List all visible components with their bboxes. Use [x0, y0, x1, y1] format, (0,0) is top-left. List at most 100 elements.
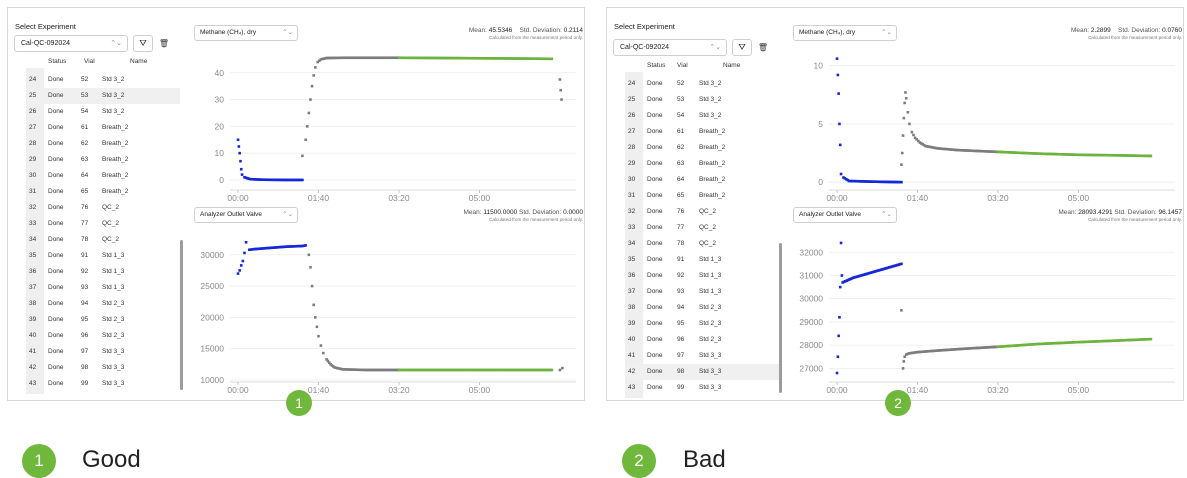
data-point: [244, 240, 248, 244]
table-row[interactable]: 25 Done 53 Std 3_2: [625, 92, 779, 108]
table-row[interactable]: 30 Done 64 Breath_2: [625, 172, 779, 188]
y-tick-label: 29000: [799, 317, 823, 327]
table-row[interactable]: 33 Done 77 QC_2: [26, 216, 180, 232]
filter-button[interactable]: ⛛: [133, 35, 153, 52]
row-vial: 92: [81, 268, 89, 275]
col-vial[interactable]: Vial: [677, 62, 688, 69]
y-tick-label: 20: [215, 121, 225, 131]
table-row[interactable]: 32 Done 76 QC_2: [26, 200, 180, 216]
chart2-select[interactable]: Analyzer Outlet Valve ⌃⌄: [793, 207, 897, 223]
table-row[interactable]: 35 Done 91 Std 1_3: [625, 252, 779, 268]
row-vial: 77: [677, 224, 685, 231]
chart1-select[interactable]: Methane (CH₄), dry ⌃⌄: [194, 25, 298, 41]
table-row[interactable]: 34 Done 78 QC_2: [625, 236, 779, 252]
table-row[interactable]: 41 Done 97 Std 3_3: [26, 344, 180, 360]
row-status: Done: [48, 188, 64, 195]
col-status[interactable]: Status: [48, 58, 66, 65]
table-row[interactable]: 38 Done 94 Std 2_3: [625, 300, 779, 316]
row-vial: 65: [677, 192, 685, 199]
trash-button[interactable]: 🗑: [756, 39, 770, 56]
sd-label: Std. Deviation:: [1118, 27, 1161, 34]
data-point: [912, 133, 915, 137]
data-point: [241, 259, 245, 263]
table-row[interactable]: 42 Done 98 Std 3_3: [26, 360, 180, 376]
row-number: 29: [628, 160, 636, 167]
chart2-select[interactable]: Analyzer Outlet Valve ⌃⌄: [194, 207, 298, 223]
table-scrollbar[interactable]: [779, 243, 782, 393]
table-row[interactable]: 37 Done 93 Std 1_3: [26, 280, 180, 296]
table-row[interactable]: 27 Done 61 Breath_2: [26, 120, 180, 136]
table-row[interactable]: 31 Done 65 Breath_2: [26, 184, 180, 200]
table-row[interactable]: 26 Done 54 Std 3_2: [625, 108, 779, 124]
table-row[interactable]: 42 Done 98 Std 3_3: [625, 364, 779, 380]
table-row[interactable]: 37 Done 93 Std 1_3: [625, 284, 779, 300]
sd-value: 0.0760: [1162, 27, 1182, 34]
row-vial: 64: [677, 176, 685, 183]
row-name: Std 1_3: [699, 272, 722, 279]
table-row[interactable]: 43 Done 99 Std 3_3: [26, 376, 180, 392]
table-row[interactable]: 36 Done 92 Std 1_3: [625, 268, 779, 284]
data-point: [901, 367, 905, 370]
table-row[interactable]: 34 Done 78 QC_2: [26, 232, 180, 248]
table-scrollbar[interactable]: [180, 240, 183, 390]
row-vial: 61: [81, 124, 89, 131]
row-number: 30: [628, 176, 636, 183]
filter-button[interactable]: ⛛: [732, 39, 752, 56]
chart1-stats: Mean: 2.2899 Std. Deviation: 0.0760 Calc…: [1071, 27, 1182, 40]
table-row[interactable]: 40 Done 96 Std 2_3: [26, 328, 180, 344]
sd-value: 0.0000: [563, 209, 583, 216]
row-status: Done: [48, 108, 64, 115]
col-name[interactable]: Name: [130, 58, 147, 65]
row-vial: 98: [677, 368, 685, 375]
col-status[interactable]: Status: [647, 62, 665, 69]
table-row[interactable]: 24 Done 52 Std 3_2: [625, 76, 779, 92]
y-tick-label: 30: [215, 95, 225, 105]
table-row[interactable]: 32 Done 76 QC_2: [625, 204, 779, 220]
table-row[interactable]: 30 Done 64 Breath_2: [26, 168, 180, 184]
y-tick-label: 31000: [799, 270, 823, 280]
table-row[interactable]: 28 Done 62 Breath_2: [26, 136, 180, 152]
table-row[interactable]: 29 Done 63 Breath_2: [26, 152, 180, 168]
data-point: [903, 101, 906, 105]
row-name: Std 3_3: [699, 352, 722, 359]
table-row[interactable]: 39 Done 95 Std 2_3: [625, 316, 779, 332]
experiment-select[interactable]: Cal-QC-092024 ⌃⌄: [613, 39, 727, 56]
col-name[interactable]: Name: [723, 62, 740, 69]
data-point: [550, 368, 554, 372]
row-vial: 61: [677, 128, 685, 135]
trash-button[interactable]: 🗑: [157, 35, 171, 52]
table-row[interactable]: 33 Done 77 QC_2: [625, 220, 779, 236]
col-vial[interactable]: Vial: [84, 58, 95, 65]
row-name: Std 1_3: [102, 284, 125, 291]
experiment-select[interactable]: Cal-QC-092024 ⌃⌄: [14, 35, 128, 52]
table-row[interactable]: 36 Done 92 Std 1_3: [26, 264, 180, 280]
table-row[interactable]: 40 Done 96 Std 2_3: [625, 332, 779, 348]
y-tick-label: 10000: [200, 375, 224, 385]
y-tick-label: 40: [215, 68, 225, 78]
row-number: 28: [29, 140, 37, 147]
table-row[interactable]: 31 Done 65 Breath_2: [625, 188, 779, 204]
row-vial: 62: [81, 140, 89, 147]
table-row[interactable]: 43 Done 99 Std 3_3: [625, 380, 779, 396]
row-vial: 53: [677, 96, 685, 103]
table-row[interactable]: 25 Done 53 Std 3_2: [26, 88, 180, 104]
row-status: Done: [647, 320, 663, 327]
row-vial: 65: [81, 188, 89, 195]
table-row[interactable]: 26 Done 54 Std 3_2: [26, 104, 180, 120]
table-row[interactable]: 28 Done 62 Breath_2: [625, 140, 779, 156]
row-number: 38: [29, 300, 37, 307]
table-row[interactable]: 24 Done 52 Std 3_2: [26, 72, 180, 88]
data-point: [312, 74, 315, 77]
chart1-select[interactable]: Methane (CH₄), dry ⌃⌄: [793, 25, 897, 41]
table-row[interactable]: 29 Done 63 Breath_2: [625, 156, 779, 172]
table-row[interactable]: 38 Done 94 Std 2_3: [26, 296, 180, 312]
row-status: Done: [647, 208, 663, 215]
table-row[interactable]: 27 Done 61 Breath_2: [625, 124, 779, 140]
row-name: Std 1_3: [102, 268, 125, 275]
table-row[interactable]: 41 Done 97 Std 3_3: [625, 348, 779, 364]
table-row[interactable]: 39 Done 95 Std 2_3: [26, 312, 180, 328]
table-row[interactable]: 35 Done 91 Std 1_3: [26, 248, 180, 264]
row-status: Done: [647, 288, 663, 295]
row-number: 37: [29, 284, 37, 291]
row-status: Done: [48, 284, 64, 291]
